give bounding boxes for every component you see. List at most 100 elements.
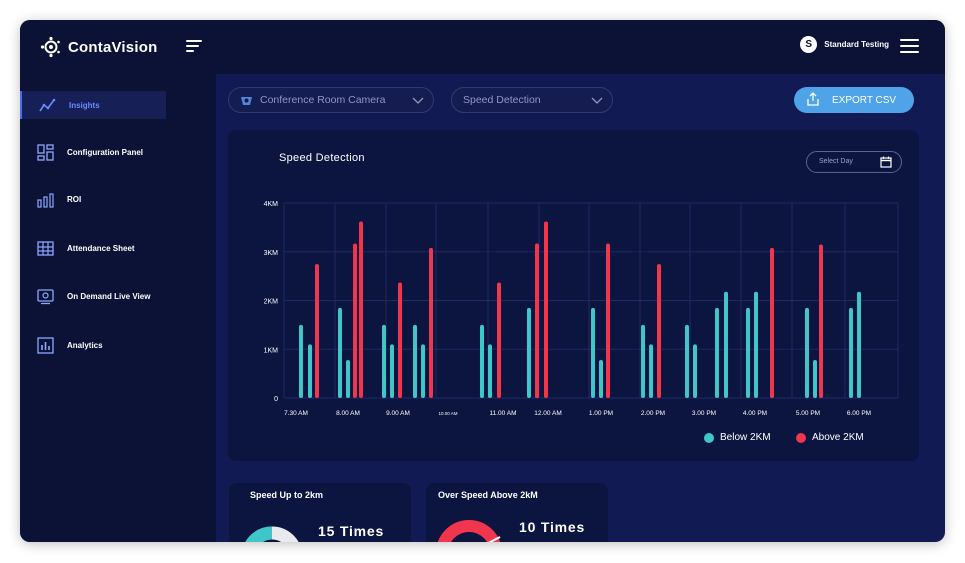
- speed-detection-chart-card: Speed Detection Select Day 0 1KM 2KM 3KM 4KM…: [228, 130, 919, 461]
- sidebar-item-label: Configuration Panel: [67, 147, 143, 157]
- bar-below-2km: [382, 324, 386, 398]
- bar-below-2km: [338, 307, 342, 398]
- roi-icon: [37, 193, 54, 208]
- x-tick-label: 5.00 PM: [796, 410, 820, 417]
- bar-above-2km: [497, 282, 501, 398]
- bar-below-2km: [715, 307, 719, 398]
- legend-above-label: Above 2KM: [812, 432, 864, 443]
- bar-above-2km: [606, 243, 610, 398]
- x-tick-label: 11.00 AM: [490, 410, 517, 417]
- stat-title: Speed Up to 2km: [250, 490, 324, 500]
- y-tick-label: 1KM: [264, 347, 279, 354]
- bar-below-2km: [746, 307, 750, 398]
- bar-below-2km: [805, 307, 809, 398]
- hamburger-menu-icon[interactable]: [900, 39, 919, 53]
- sidebar-item-label: Insights: [69, 100, 100, 110]
- bar-below-2km: [421, 344, 425, 398]
- chevron-down-icon: [412, 97, 424, 104]
- logo[interactable]: ContaVision: [40, 36, 157, 58]
- x-tick-label: 4.00 PM: [743, 410, 767, 417]
- collapse-menu-icon[interactable]: [186, 40, 204, 54]
- bar-below-2km: [641, 324, 645, 398]
- app-name: ContaVision: [68, 38, 158, 56]
- sidebar-item-label: ROI: [67, 194, 82, 204]
- detection-select[interactable]: Speed Detection: [451, 87, 613, 113]
- user-name: Standard Testing: [824, 40, 889, 49]
- legend-above: Above 2KM: [796, 432, 864, 443]
- camera-select[interactable]: Conference Room Camera: [228, 87, 434, 113]
- top-bar: ContaVision S Standard Testing: [20, 20, 945, 74]
- bar-below-2km: [308, 344, 312, 398]
- live-view-icon: [37, 289, 54, 305]
- y-tick-label: 0: [274, 396, 278, 403]
- bar-below-2km: [527, 307, 531, 398]
- chevron-down-icon: [591, 97, 603, 104]
- sidebar-item-label: On Demand Live View: [67, 291, 151, 301]
- bar-above-2km: [398, 282, 402, 398]
- camera-select-value: Conference Room Camera: [260, 94, 386, 106]
- app-window: ContaVision S Standard Testing Insights: [20, 20, 945, 542]
- insights-icon: [39, 98, 56, 112]
- export-icon: [807, 92, 819, 106]
- export-csv-button[interactable]: EXPORT CSV: [794, 87, 914, 113]
- y-tick-label: 3KM: [264, 250, 279, 257]
- export-csv-label: EXPORT CSV: [832, 94, 897, 106]
- speed-up-gauge: [245, 526, 299, 542]
- y-tick-label: 4KM: [264, 201, 279, 208]
- x-tick-label: 12.00 AM: [534, 410, 561, 417]
- bar-below-2km: [299, 324, 303, 398]
- bar-above-2km: [544, 221, 548, 398]
- sidebar: Insights Configuration Panel ROI Attenda…: [20, 74, 216, 542]
- bar-above-2km: [359, 221, 363, 398]
- contavision-logo-icon: [40, 36, 60, 58]
- user-profile[interactable]: S Standard Testing: [800, 36, 889, 53]
- bar-below-2km: [724, 291, 728, 398]
- stat-value: 15 Times: [318, 523, 385, 539]
- legend-below: Below 2KM: [704, 432, 771, 443]
- sidebar-item-attendance-sheet[interactable]: Attendance Sheet: [20, 234, 166, 262]
- bar-above-2km: [657, 263, 661, 398]
- x-tick-label: 3.00 PM: [692, 410, 716, 417]
- legend-below-swatch: [704, 432, 714, 443]
- bar-below-2km: [390, 344, 394, 398]
- x-tick-label: 6.00 PM: [847, 410, 871, 417]
- sidebar-item-insights[interactable]: Insights: [20, 91, 166, 119]
- stat-title: Over Speed Above 2kM: [438, 490, 538, 500]
- bar-below-2km: [754, 291, 758, 398]
- stat-card-over-speed: Over Speed Above 2kM 10 Times: [426, 483, 608, 542]
- sidebar-item-configuration-panel[interactable]: Configuration Panel: [20, 138, 166, 166]
- over-speed-gauge: [437, 520, 501, 542]
- sidebar-item-roi[interactable]: ROI: [20, 185, 166, 213]
- analytics-icon: [37, 337, 54, 354]
- bar-above-2km: [315, 263, 319, 398]
- stat-value: 10 Times: [519, 519, 586, 535]
- x-tick-label: 10.00 AM: [438, 411, 457, 416]
- sidebar-item-label: Analytics: [67, 340, 103, 350]
- legend-below-label: Below 2KM: [720, 432, 771, 443]
- detection-select-value: Speed Detection: [463, 94, 541, 106]
- bar-below-2km: [591, 307, 595, 398]
- x-tick-label: 7.30 AM: [284, 410, 308, 417]
- bar-below-2km: [346, 359, 350, 398]
- bar-below-2km: [649, 344, 653, 398]
- legend-above-swatch: [796, 432, 806, 443]
- x-tick-label: 2.00 PM: [641, 410, 665, 417]
- camera-icon: [241, 97, 252, 105]
- bar-above-2km: [770, 247, 774, 398]
- bar-above-2km: [429, 247, 433, 398]
- bar-below-2km: [685, 324, 689, 398]
- speed-detection-chart: 0 1KM 2KM 3KM 4KM 7.30 AM 8.00 AM 9.00 AM 10.00 …: [264, 201, 899, 417]
- bar-below-2km: [413, 324, 417, 398]
- y-tick-label: 2KM: [264, 299, 279, 306]
- bar-above-2km: [819, 244, 823, 398]
- bar-below-2km: [480, 324, 484, 398]
- bar-below-2km: [693, 344, 697, 398]
- sidebar-item-analytics[interactable]: Analytics: [20, 331, 166, 359]
- bar-below-2km: [813, 359, 817, 398]
- bar-below-2km: [857, 291, 861, 398]
- sidebar-item-on-demand-live-view[interactable]: On Demand Live View: [20, 282, 166, 310]
- avatar: S: [800, 36, 818, 53]
- configuration-icon: [37, 144, 54, 161]
- bar-below-2km: [599, 359, 603, 398]
- bar-below-2km: [849, 307, 853, 398]
